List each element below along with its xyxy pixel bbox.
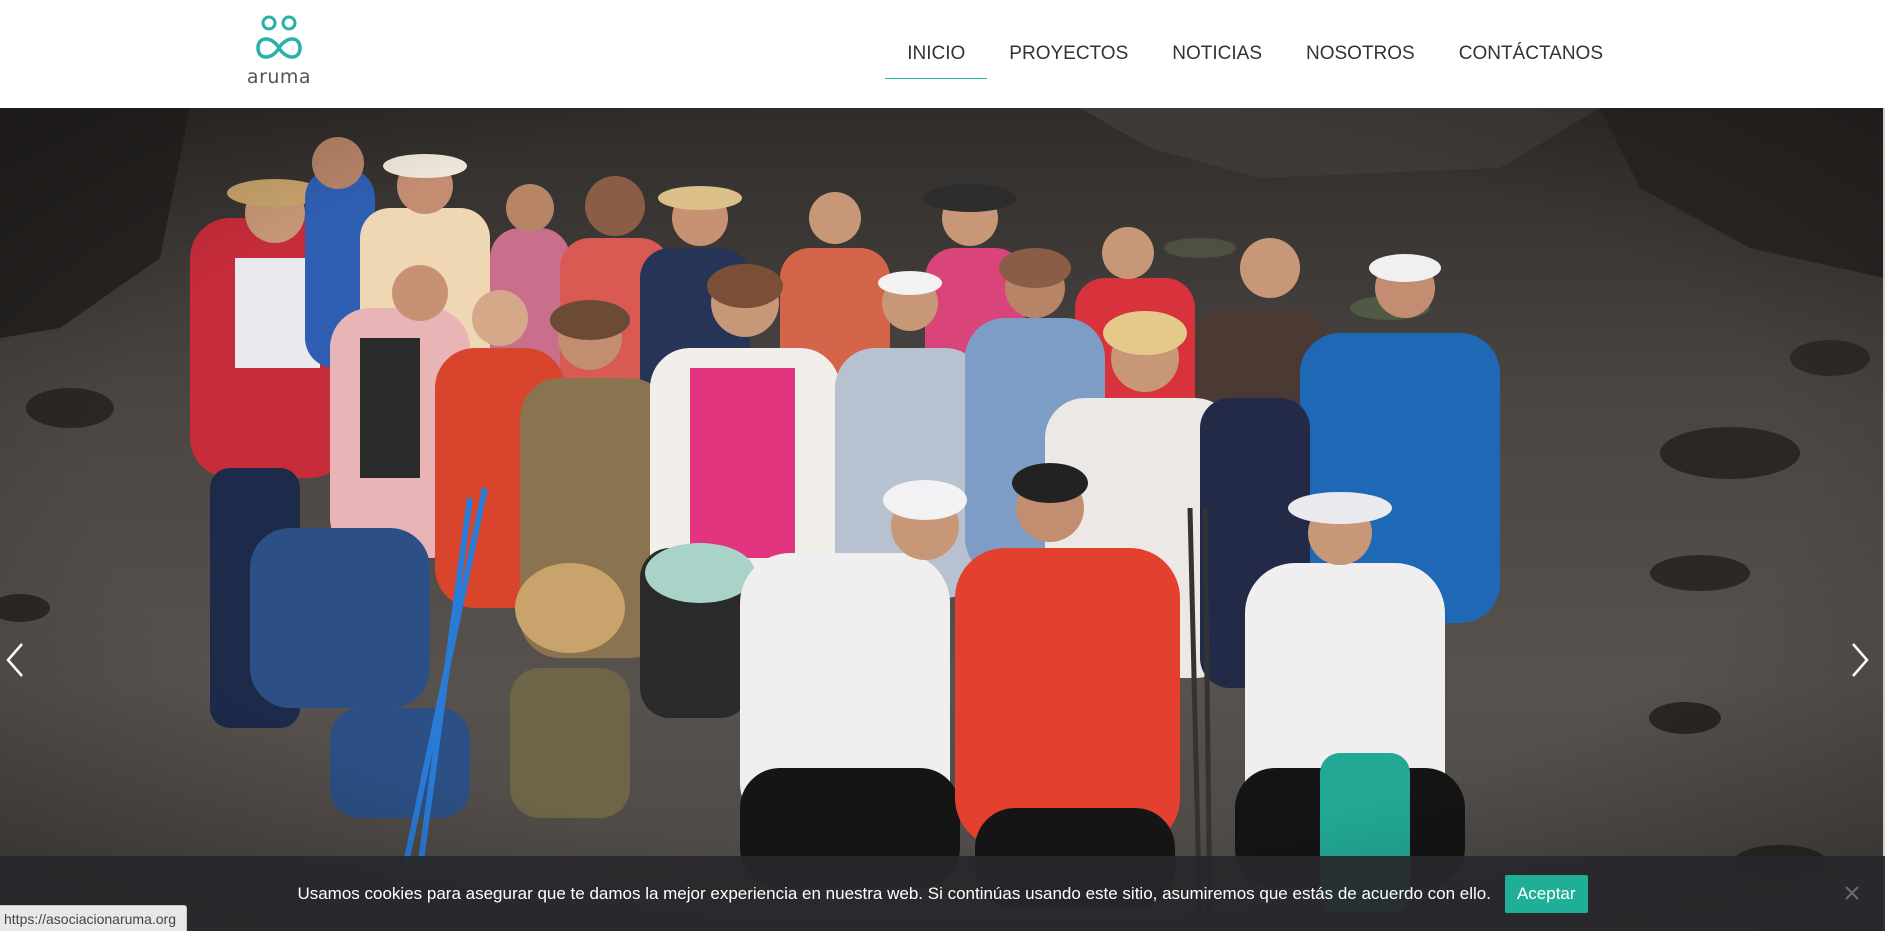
nav-item-inicio[interactable]: INICIO: [885, 0, 988, 108]
aruma-logo-icon: [256, 15, 302, 59]
logo-text: aruma: [246, 66, 312, 88]
main-nav: INICIO PROYECTOS NOTICIAS NOSOTROS CONTÁ…: [885, 0, 1625, 108]
nav-item-contactanos[interactable]: CONTÁCTANOS: [1437, 0, 1625, 108]
close-cookie-button[interactable]: [1841, 882, 1863, 904]
cookie-banner: Usamos cookies para asegurar que te damo…: [0, 856, 1885, 931]
nav-item-nosotros[interactable]: NOSOTROS: [1284, 0, 1437, 108]
chevron-left-icon: [6, 643, 23, 677]
nav-item-noticias[interactable]: NOTICIAS: [1150, 0, 1284, 108]
site-logo[interactable]: aruma: [246, 14, 312, 88]
accept-cookies-button[interactable]: Aceptar: [1504, 874, 1588, 913]
close-icon: [1845, 886, 1859, 900]
status-bar-url: https://asociacionaruma.org: [0, 905, 187, 931]
hero-photo: [0, 108, 1885, 931]
nav-item-proyectos[interactable]: PROYECTOS: [987, 0, 1150, 108]
site-header: aruma INICIO PROYECTOS NOTICIAS NOSOTROS…: [0, 0, 1885, 108]
hero-slider: [0, 108, 1885, 931]
chevron-right-icon: [1852, 643, 1869, 677]
cookie-message: Usamos cookies para asegurar que te damo…: [297, 883, 1491, 903]
slider-next-button[interactable]: [1843, 638, 1873, 682]
slider-prev-button[interactable]: [2, 638, 32, 682]
